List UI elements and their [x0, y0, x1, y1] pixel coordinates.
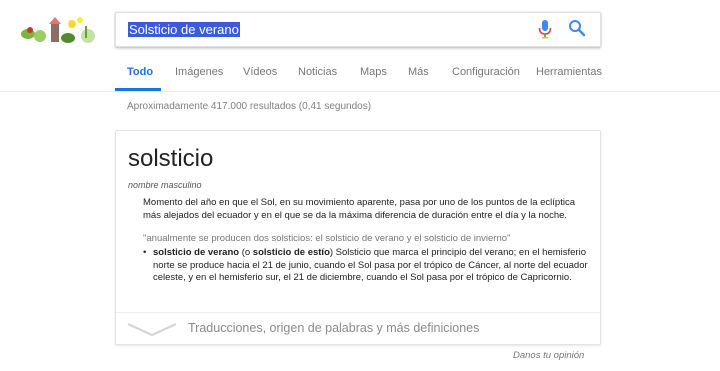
sub-entry-alt-term: solsticio de estío — [252, 247, 330, 258]
usage-example: "anualmente se producen dos solsticios: … — [143, 233, 511, 244]
chevron-down-icon — [127, 323, 177, 337]
tab-maps[interactable]: Maps — [360, 66, 387, 78]
header: Solsticio de verano Todo Imágenes Vídeos… — [0, 0, 720, 92]
tab-todo[interactable]: Todo — [127, 66, 153, 78]
sub-entry-term: solsticio de verano — [153, 247, 240, 258]
more-definitions-label[interactable]: Traducciones, origen de palabras y más d… — [188, 321, 479, 335]
more-definitions-link[interactable]: Traducciones, origen de palabras y más d… — [116, 313, 600, 344]
tab-settings[interactable]: Configuración — [452, 66, 520, 78]
feedback-link[interactable]: Danos tu opinión — [513, 350, 584, 361]
tab-images[interactable]: Imágenes — [175, 66, 223, 78]
part-of-speech: nombre masculino — [128, 180, 202, 190]
sub-entry: • solsticio de verano (o solsticio de es… — [143, 247, 593, 285]
definition-text: Momento del año en que el Sol, en su mov… — [143, 197, 575, 221]
active-tab-indicator — [115, 88, 161, 91]
microphone-icon[interactable] — [537, 19, 553, 39]
search-box[interactable]: Solsticio de verano — [115, 12, 601, 47]
sub-entry-paren-open: (o — [239, 247, 253, 258]
search-input[interactable]: Solsticio de verano — [128, 22, 240, 37]
search-icon[interactable] — [568, 19, 586, 37]
result-stats: Aproximadamente 417.000 resultados (0,41… — [127, 101, 372, 112]
bullet-icon: • — [143, 247, 147, 258]
tab-news[interactable]: Noticias — [298, 66, 337, 78]
dictionary-word: solsticio — [128, 145, 214, 172]
tab-videos[interactable]: Vídeos — [243, 66, 277, 78]
tab-more[interactable]: Más — [408, 66, 429, 78]
tab-tools[interactable]: Herramientas — [536, 66, 602, 78]
doodle-logo[interactable] — [18, 12, 98, 46]
dictionary-card: solsticio nombre masculino Momento del a… — [115, 130, 601, 345]
